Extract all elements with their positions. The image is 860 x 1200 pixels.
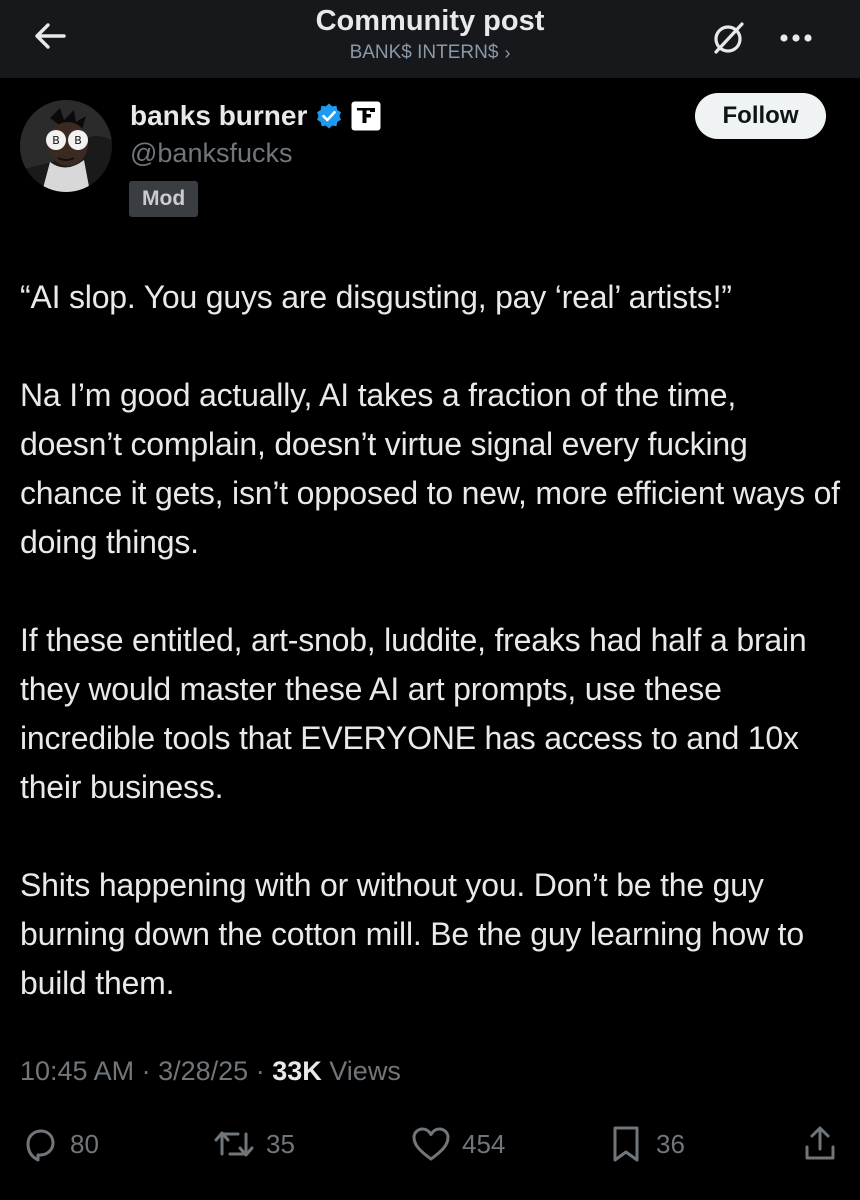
like-button[interactable]: 454 [410,1118,505,1170]
meta-separator: · [141,1056,151,1086]
meta-separator: · [255,1056,265,1086]
author-name-row: banks burner [130,96,381,136]
more-options-button[interactable] [770,12,822,64]
repost-button[interactable]: 35 [212,1118,295,1170]
top-bar: Community post BANK$ INTERN$ › [0,0,860,78]
reply-button[interactable]: 80 [20,1118,99,1170]
share-icon [805,1126,835,1160]
post-paragraph: If these entitled, art-snob, luddite, fr… [20,622,807,805]
like-count: 454 [462,1128,506,1159]
svg-text:B: B [52,134,60,147]
author-handle[interactable]: @banksfucks [130,138,292,169]
page-title: Community post [315,5,545,37]
views-label: Views [329,1056,401,1086]
post-paragraph: “AI slop. You guys are disgusting, pay ‘… [20,279,732,315]
bookmark-button[interactable]: 36 [606,1118,685,1170]
mod-badge: Mod [129,181,199,217]
repost-icon [214,1131,254,1157]
verified-badge-icon [315,102,343,130]
bookmark-icon [613,1126,639,1162]
reply-icon [26,1129,55,1162]
hide-button[interactable] [702,12,754,64]
reply-count: 80 [70,1128,99,1159]
community-name: BANK$ INTERN$ [349,42,499,63]
avatar-image: B B [20,100,112,192]
more-horizontal-icon [780,34,812,42]
post-date[interactable]: 3/28/25 [158,1056,248,1086]
post-body: “AI slop. You guys are disgusting, pay ‘… [20,273,845,1057]
repost-count: 35 [266,1128,295,1159]
affiliate-logo-icon[interactable] [351,101,381,131]
hide-icon [714,22,744,54]
community-link[interactable]: BANK$ INTERN$ › [350,40,511,66]
author-avatar[interactable]: B B [20,100,112,192]
share-button[interactable] [800,1118,840,1170]
post-paragraph: Shits happening with or without you. Don… [20,867,804,1001]
post-meta: 10:45 AM · 3/28/25 · 33K Views [20,1056,401,1087]
header-title-block: Community post BANK$ INTERN$ › [180,0,680,66]
post-paragraph: Na I’m good actually, AI takes a fractio… [20,377,840,560]
back-button[interactable] [26,12,74,60]
action-bar: 80 35 454 36 [0,1118,860,1170]
arrow-left-icon [35,23,66,49]
bookmark-count: 36 [656,1128,685,1159]
heart-icon [412,1127,450,1161]
post-time[interactable]: 10:45 AM [20,1056,134,1086]
svg-text:B: B [74,134,82,147]
follow-button[interactable]: Follow [695,93,826,139]
chevron-right-icon: › [504,43,511,63]
author-display-name[interactable]: banks burner [130,100,307,132]
views-count: 33K [272,1056,322,1086]
